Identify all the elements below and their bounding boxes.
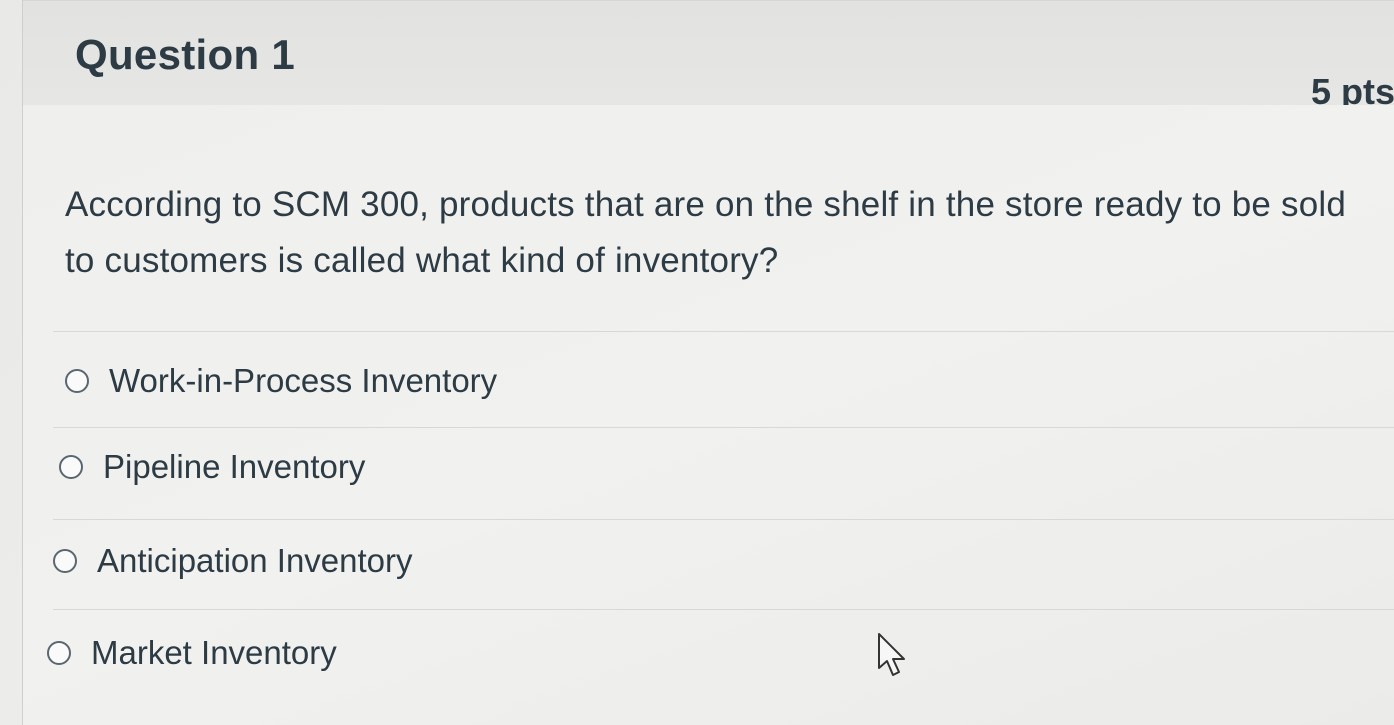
radio-unchecked-icon[interactable] <box>53 549 77 573</box>
answer-divider <box>53 427 1394 428</box>
answer-label: Market Inventory <box>91 634 337 671</box>
radio-unchecked-icon[interactable] <box>47 641 71 665</box>
answer-divider <box>53 331 1394 332</box>
answer-option-work-in-process[interactable]: Work-in-Process Inventory <box>65 351 497 411</box>
answer-divider <box>53 519 1394 520</box>
question-body: According to SCM 300, products that are … <box>23 105 1394 725</box>
answer-label: Anticipation Inventory <box>97 542 413 579</box>
answer-divider <box>53 609 1394 610</box>
radio-unchecked-icon[interactable] <box>59 455 83 479</box>
question-title: Question 1 <box>75 31 296 78</box>
answer-option-market[interactable]: Market Inventory <box>47 623 337 683</box>
mouse-pointer-icon <box>878 633 905 676</box>
question-text: According to SCM 300, products that are … <box>65 185 1347 280</box>
answer-label: Pipeline Inventory <box>103 448 366 485</box>
question-card: Question 1 5 pts According to SCM 300, p… <box>22 0 1394 725</box>
answer-label: Work-in-Process Inventory <box>109 362 498 399</box>
question-header: Question 1 5 pts <box>23 0 1394 112</box>
answer-option-pipeline[interactable]: Pipeline Inventory <box>59 437 365 497</box>
quiz-page: Question 1 5 pts According to SCM 300, p… <box>0 0 1394 725</box>
radio-unchecked-icon[interactable] <box>65 369 89 393</box>
answer-option-anticipation[interactable]: Anticipation Inventory <box>53 531 413 591</box>
